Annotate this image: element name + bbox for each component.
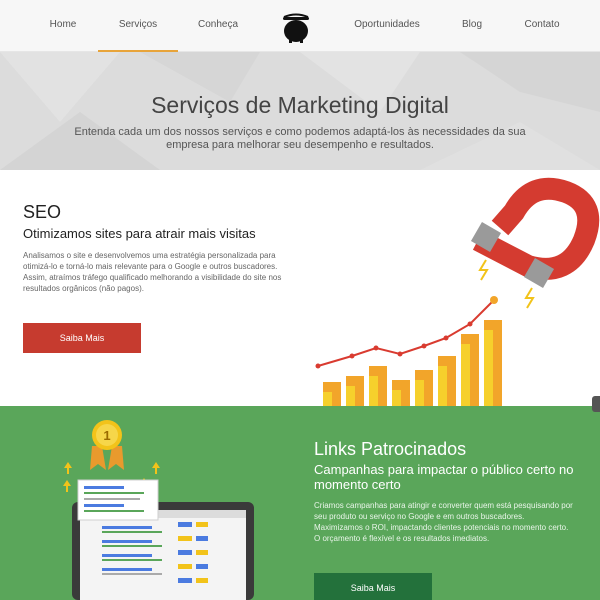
- seo-saiba-mais-button[interactable]: Saiba Mais: [23, 323, 141, 353]
- side-scroll-tab[interactable]: [592, 396, 600, 412]
- seo-title: SEO: [23, 202, 62, 222]
- bar-chart-icon: [315, 296, 502, 406]
- page-title: Serviços de Marketing Digital: [151, 92, 449, 118]
- top-navigation: Home Serviços Conheça Oportunidades Blog…: [0, 0, 600, 52]
- links-subtitle: Campanhas para impactar o público certo …: [314, 462, 574, 492]
- nav-conheca[interactable]: Conheça: [190, 0, 246, 52]
- seo-description: Analisamos o site e desenvolvemos uma es…: [23, 251, 282, 293]
- seo-section: SEO Otimizamos sites para atrair mais vi…: [0, 170, 600, 406]
- nav-servicos[interactable]: Serviços: [98, 0, 178, 52]
- links-illustration: 1: [63, 420, 254, 600]
- links-patrocinados-section: 1 Links Patrocinados Campanhas para impa…: [0, 406, 600, 600]
- hero-banner: Serviços de Marketing Digital Entenda ca…: [0, 52, 600, 170]
- nav-home[interactable]: Home: [40, 0, 86, 52]
- links-saiba-mais-button[interactable]: Saiba Mais: [314, 573, 432, 600]
- medal-rank: 1: [103, 428, 110, 443]
- page-subtitle: Entenda cada um dos nossos serviços e co…: [74, 126, 526, 151]
- nav-oportunidades[interactable]: Oportunidades: [345, 0, 429, 52]
- links-title: Links Patrocinados: [314, 439, 467, 459]
- seo-illustration: [315, 177, 600, 406]
- nav-contato[interactable]: Contato: [518, 0, 566, 52]
- nav-blog[interactable]: Blog: [454, 0, 490, 52]
- links-description: Criamos campanhas para atingir e convert…: [314, 501, 573, 543]
- cauldron-logo-icon[interactable]: [281, 9, 311, 43]
- seo-subtitle: Otimizamos sites para atrair mais visita…: [23, 226, 256, 241]
- magnet-icon: [470, 177, 600, 289]
